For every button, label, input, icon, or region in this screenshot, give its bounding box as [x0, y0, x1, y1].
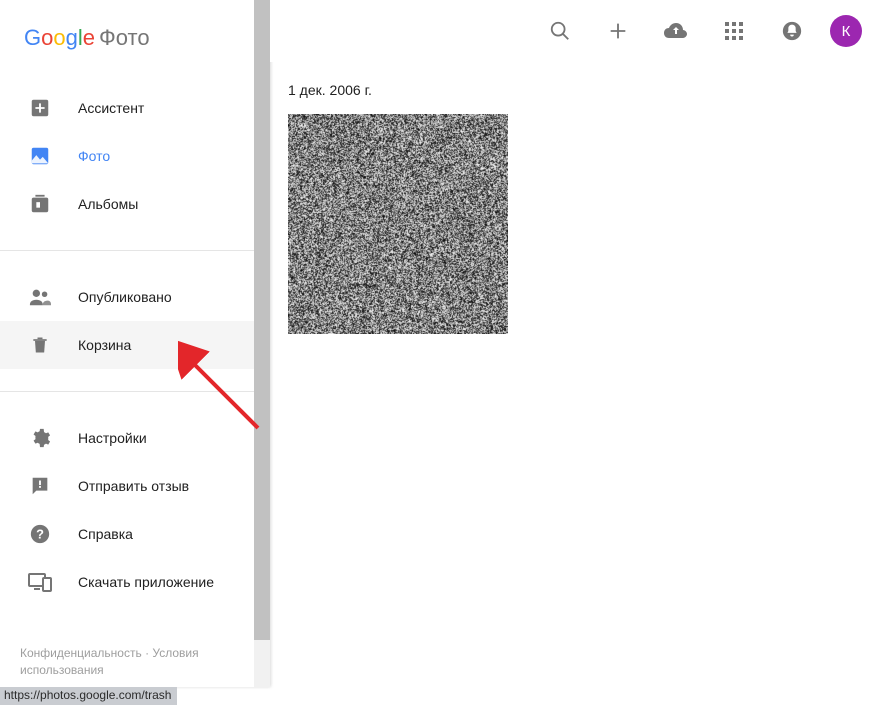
- nav-item-label: Отправить отзыв: [78, 478, 189, 494]
- nav-item-assistant[interactable]: Ассистент: [0, 84, 270, 132]
- upload-button[interactable]: [656, 11, 696, 51]
- topbar: К: [270, 0, 884, 62]
- devices-icon: [28, 570, 52, 594]
- photos-icon: [28, 144, 52, 168]
- nav-item-label: Настройки: [78, 430, 147, 446]
- footer-links: Конфиденциальность · Условия использован…: [20, 645, 240, 679]
- people-icon: [28, 285, 52, 309]
- nav-item-label: Ассистент: [78, 100, 144, 116]
- nav-item-feedback[interactable]: Отправить отзыв: [0, 462, 270, 510]
- nav-item-sharing[interactable]: Опубликовано: [0, 273, 270, 321]
- sidebar: Google Фото Ассистент Фото Альбомы: [0, 0, 270, 687]
- nav-item-get-app[interactable]: Скачать приложение: [0, 558, 270, 606]
- nav-item-help[interactable]: ? Справка: [0, 510, 270, 558]
- nav-item-label: Фото: [78, 148, 110, 164]
- date-header: 1 дек. 2006 г.: [288, 82, 884, 98]
- nav-group-main: Ассистент Фото Альбомы: [0, 62, 270, 228]
- albums-icon: [28, 192, 52, 216]
- content-area: 1 дек. 2006 г.: [270, 62, 884, 705]
- scrollbar-thumb[interactable]: [254, 0, 270, 640]
- browser-status-bar: https://photos.google.com/trash: [0, 687, 177, 705]
- privacy-link[interactable]: Конфиденциальность: [20, 646, 142, 660]
- photo-thumbnail[interactable]: [288, 114, 508, 334]
- nav-item-photos[interactable]: Фото: [0, 132, 270, 180]
- google-logo: Google: [24, 25, 95, 51]
- nav-group-sharing: Опубликовано Корзина: [0, 251, 270, 369]
- nav-item-label: Опубликовано: [78, 289, 172, 305]
- gear-icon: [28, 426, 52, 450]
- nav-group-footer: Настройки Отправить отзыв ? Справка Скач…: [0, 392, 270, 606]
- nav-item-label: Справка: [78, 526, 133, 542]
- nav-item-label: Скачать приложение: [78, 574, 214, 590]
- nav-item-label: Корзина: [78, 337, 131, 353]
- account-avatar[interactable]: К: [830, 15, 862, 47]
- feedback-icon: [28, 474, 52, 498]
- svg-text:?: ?: [36, 527, 44, 542]
- notifications-button[interactable]: [772, 11, 812, 51]
- trash-icon: [28, 333, 52, 357]
- avatar-letter: К: [842, 23, 851, 40]
- help-icon: ?: [28, 522, 52, 546]
- app-name: Фото: [99, 25, 150, 51]
- nav-item-label: Альбомы: [78, 196, 138, 212]
- scrollbar-track[interactable]: [254, 0, 270, 687]
- nav-item-trash[interactable]: Корзина: [0, 321, 270, 369]
- assistant-icon: [28, 96, 52, 120]
- nav-item-albums[interactable]: Альбомы: [0, 180, 270, 228]
- nav-item-settings[interactable]: Настройки: [0, 414, 270, 462]
- status-url: https://photos.google.com/trash: [4, 688, 171, 702]
- logo[interactable]: Google Фото: [0, 0, 270, 62]
- create-button[interactable]: [598, 11, 638, 51]
- search-button[interactable]: [540, 11, 580, 51]
- apps-button[interactable]: [714, 11, 754, 51]
